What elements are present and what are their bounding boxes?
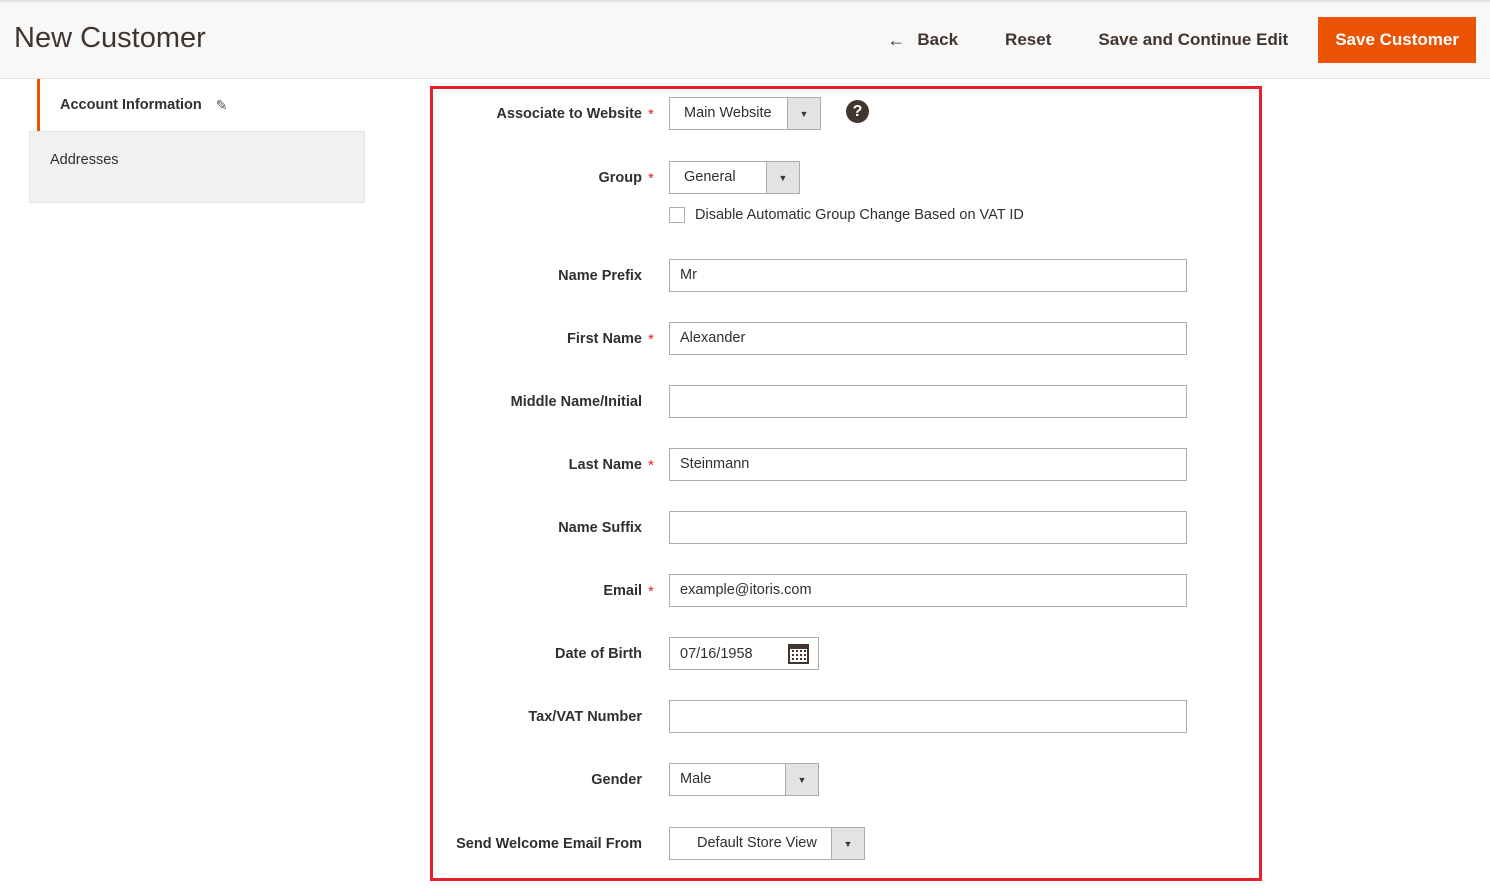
tab-label: Addresses xyxy=(50,152,119,168)
website-select[interactable]: Main Website ▼ xyxy=(669,97,821,130)
field-label: Tax/VAT Number xyxy=(528,709,642,725)
disable-group-change-option: Disable Automatic Group Change Based on … xyxy=(669,207,1024,223)
sidebar: Account Information ✎ Addresses xyxy=(29,79,365,203)
field-label: Last Name xyxy=(568,457,642,473)
prefix-input[interactable]: Mr xyxy=(669,259,1187,292)
tab-account-information[interactable]: Account Information ✎ xyxy=(37,79,365,131)
field-label: Email xyxy=(603,583,642,599)
tab-addresses[interactable]: Addresses xyxy=(29,131,365,203)
last-name-input[interactable]: Steinmann xyxy=(669,448,1187,481)
highlight-frame: Associate to Website * Main Website ▼ ? … xyxy=(430,86,1262,881)
field-group: Group * General ▼ xyxy=(433,161,1265,195)
field-label: Group xyxy=(598,170,643,186)
suffix-input[interactable] xyxy=(669,511,1187,544)
dob-value: 07/16/1958 xyxy=(680,645,753,662)
field-email: Email * example@itoris.com xyxy=(433,574,1265,608)
help-icon[interactable]: ? xyxy=(846,100,869,123)
chevron-down-icon: ▼ xyxy=(787,98,820,129)
save-customer-button[interactable]: Save Customer xyxy=(1318,17,1476,63)
pencil-icon: ✎ xyxy=(215,97,228,113)
field-label: Associate to Website xyxy=(496,106,642,122)
calendar-icon[interactable] xyxy=(788,644,809,664)
field-middle-name: Middle Name/Initial xyxy=(433,385,1265,419)
required-asterisk: * xyxy=(648,583,654,600)
group-select[interactable]: General ▼ xyxy=(669,161,800,194)
disable-group-change-checkbox[interactable] xyxy=(669,207,685,223)
tab-label: Account Information xyxy=(60,97,202,113)
reset-button[interactable]: Reset xyxy=(1005,30,1051,50)
field-label: Middle Name/Initial xyxy=(510,394,642,410)
required-asterisk: * xyxy=(648,457,654,474)
field-label: Gender xyxy=(591,772,642,788)
select-value: Main Website xyxy=(684,105,772,121)
back-button[interactable]: ← Back xyxy=(887,30,958,51)
middle-name-input[interactable] xyxy=(669,385,1187,418)
field-taxvat: Tax/VAT Number xyxy=(433,700,1265,734)
select-value: Male xyxy=(680,771,712,787)
dob-input[interactable]: 07/16/1958 xyxy=(669,637,819,670)
field-label: Name Prefix xyxy=(558,268,642,284)
chevron-down-icon: ▼ xyxy=(766,162,799,193)
select-value: Default Store View xyxy=(697,835,817,851)
field-send-welcome-email: Send Welcome Email From Default Store Vi… xyxy=(433,827,1265,861)
back-label: Back xyxy=(917,30,959,49)
select-value: General xyxy=(684,169,736,185)
send-welcome-email-select[interactable]: Default Store View ▼ xyxy=(669,827,865,860)
field-prefix: Name Prefix Mr xyxy=(433,259,1265,293)
field-label: Send Welcome Email From xyxy=(456,836,642,852)
required-asterisk: * xyxy=(648,170,654,187)
required-asterisk: * xyxy=(648,331,654,348)
field-label: Name Suffix xyxy=(558,520,642,536)
page-header: New Customer ← Back Reset Save and Conti… xyxy=(0,2,1490,79)
taxvat-input[interactable] xyxy=(669,700,1187,733)
page-actions: ← Back Reset Save and Continue Edit Save… xyxy=(887,17,1476,63)
save-continue-button[interactable]: Save and Continue Edit xyxy=(1098,30,1288,50)
checkbox-label: Disable Automatic Group Change Based on … xyxy=(695,207,1024,223)
first-name-input[interactable]: Alexander xyxy=(669,322,1187,355)
required-asterisk: * xyxy=(648,106,654,123)
field-suffix: Name Suffix xyxy=(433,511,1265,545)
field-first-name: First Name * Alexander xyxy=(433,322,1265,356)
field-gender: Gender Male ▼ xyxy=(433,763,1265,797)
chevron-down-icon: ▼ xyxy=(831,828,864,859)
arrow-left-icon: ← xyxy=(887,29,906,50)
field-label: Date of Birth xyxy=(555,646,642,662)
field-dob: Date of Birth 07/16/1958 xyxy=(433,637,1265,671)
chevron-down-icon: ▼ xyxy=(785,764,818,795)
field-last-name: Last Name * Steinmann xyxy=(433,448,1265,482)
field-label: First Name xyxy=(567,331,642,347)
page-title: New Customer xyxy=(14,22,206,54)
gender-select[interactable]: Male ▼ xyxy=(669,763,819,796)
email-input[interactable]: example@itoris.com xyxy=(669,574,1187,607)
